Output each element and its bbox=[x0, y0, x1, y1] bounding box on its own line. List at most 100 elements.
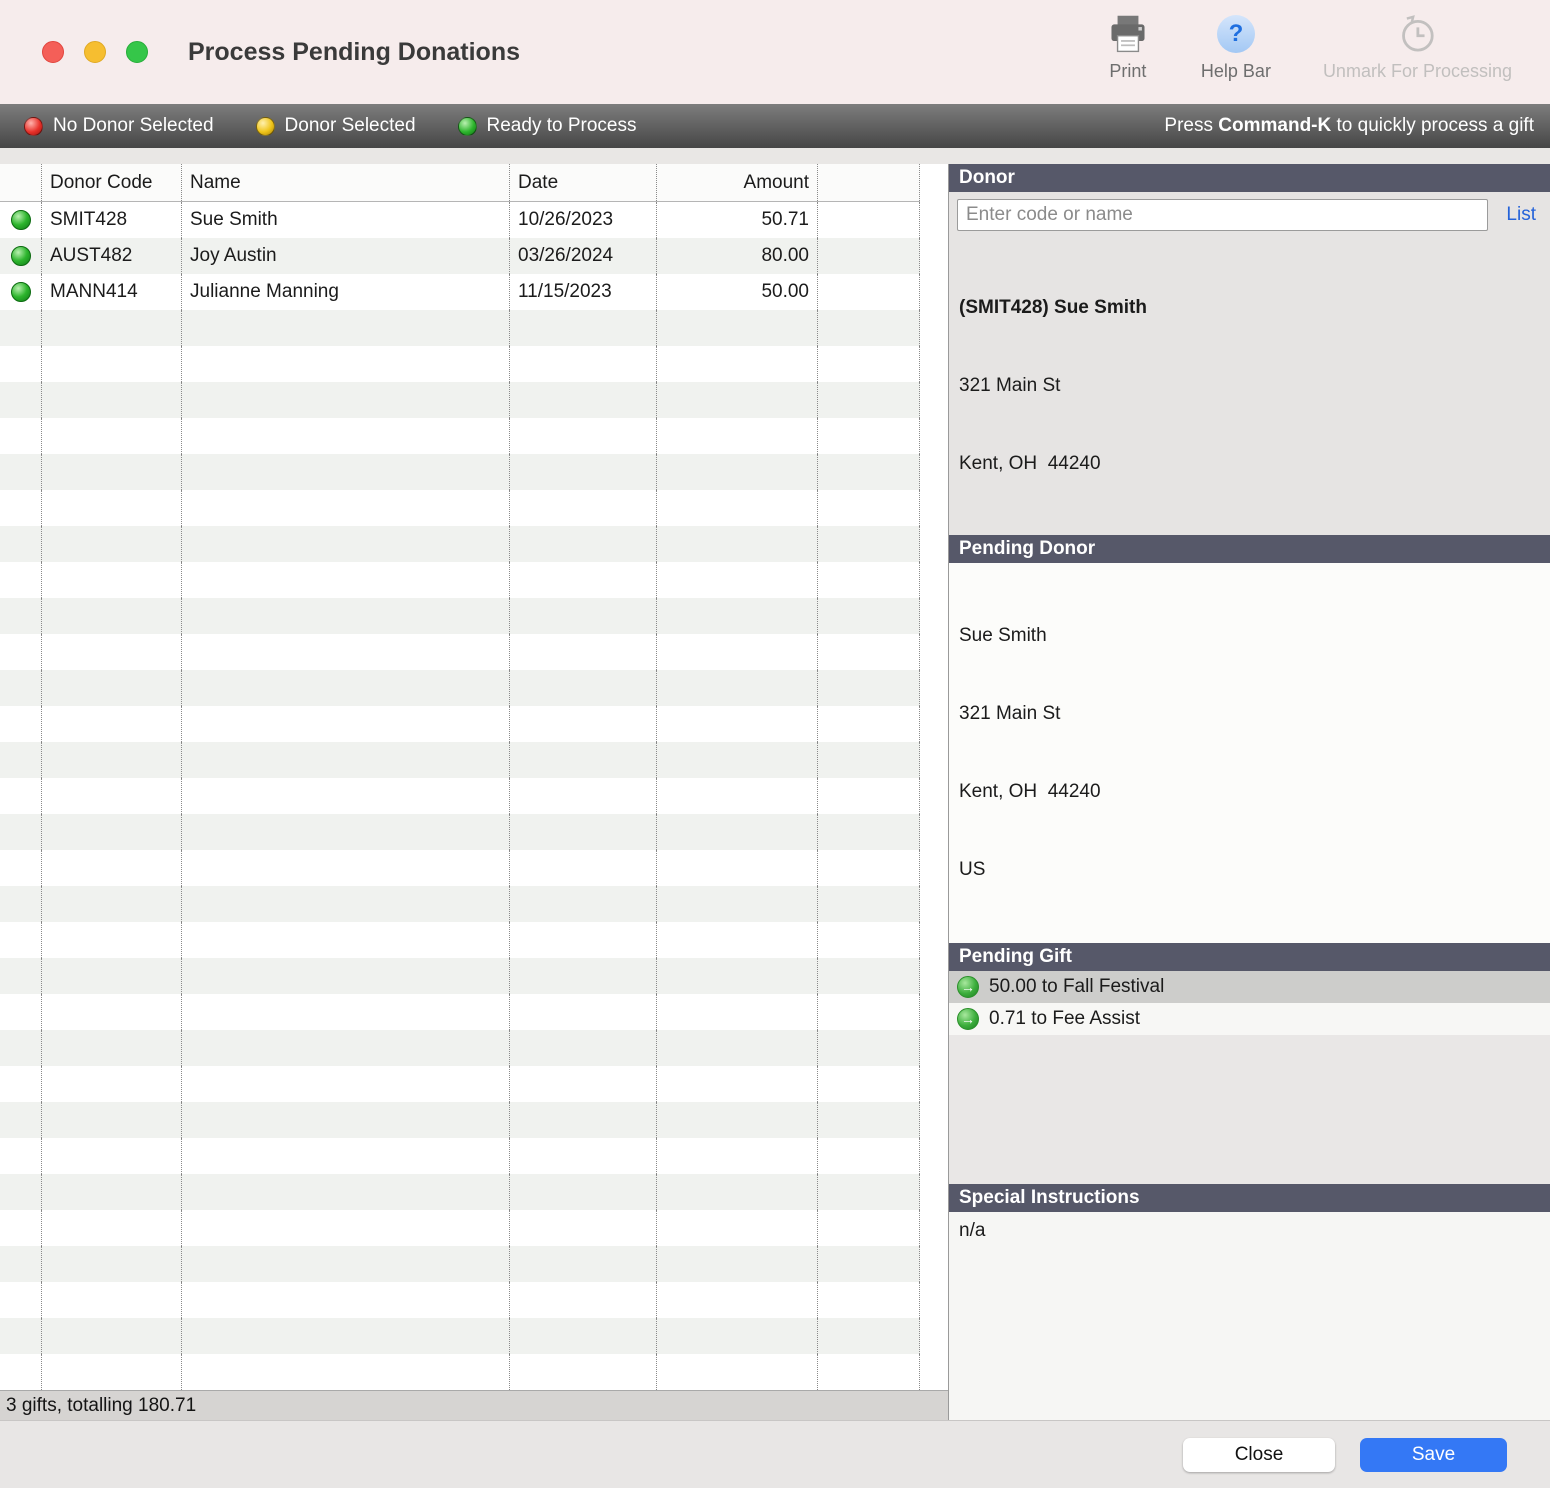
donor-list-link[interactable]: List bbox=[1506, 204, 1536, 226]
toolbar: Print ? Help Bar Unmark For Processing bbox=[1107, 12, 1512, 82]
cell-donor-code: MANN414 bbox=[42, 274, 182, 310]
gift-item[interactable]: → 50.00 to Fall Festival bbox=[949, 971, 1550, 1003]
column-header-date: Date bbox=[510, 164, 657, 201]
cell-extra bbox=[818, 238, 920, 274]
table-row-empty[interactable] bbox=[0, 742, 920, 778]
main-content: Donor Code Name Date Amount SMIT428 Sue … bbox=[0, 148, 1550, 1420]
table-row-empty[interactable] bbox=[0, 958, 920, 994]
cell-name: Julianne Manning bbox=[182, 274, 510, 310]
close-window-button[interactable] bbox=[42, 41, 64, 63]
table-row-empty[interactable] bbox=[0, 1174, 920, 1210]
clock-history-icon bbox=[1396, 12, 1438, 56]
help-icon: ? bbox=[1217, 12, 1255, 56]
cell-date: 03/26/2024 bbox=[510, 238, 657, 274]
gift-item[interactable]: → 0.71 to Fee Assist bbox=[949, 1003, 1550, 1035]
table-row-empty[interactable] bbox=[0, 1138, 920, 1174]
traffic-lights bbox=[42, 41, 148, 63]
table-row-empty[interactable] bbox=[0, 310, 920, 346]
zoom-window-button[interactable] bbox=[126, 41, 148, 63]
table-row-empty[interactable] bbox=[0, 814, 920, 850]
selected-donor-name: (SMIT428) Sue Smith bbox=[959, 295, 1540, 321]
print-button[interactable]: Print bbox=[1107, 12, 1149, 82]
print-label: Print bbox=[1109, 61, 1146, 82]
help-bar-button[interactable]: ? Help Bar bbox=[1201, 12, 1271, 82]
cell-extra bbox=[818, 202, 920, 238]
table-row[interactable]: AUST482 Joy Austin 03/26/2024 80.00 bbox=[0, 238, 920, 274]
titlebar: Process Pending Donations Print bbox=[0, 0, 1550, 104]
table-row-empty[interactable] bbox=[0, 670, 920, 706]
table-row-empty[interactable] bbox=[0, 1066, 920, 1102]
pending-donor-line: 321 Main St bbox=[959, 701, 1540, 727]
selected-donor-address-line: Kent, OH 44240 bbox=[959, 451, 1540, 477]
cell-name: Joy Austin bbox=[182, 238, 510, 274]
status-ready-icon bbox=[11, 210, 31, 230]
unmark-label: Unmark For Processing bbox=[1323, 61, 1512, 82]
table-row-empty[interactable] bbox=[0, 1318, 920, 1354]
donor-search-input[interactable] bbox=[957, 199, 1488, 231]
table-row-empty[interactable] bbox=[0, 526, 920, 562]
cell-amount: 80.00 bbox=[657, 238, 818, 274]
table-row-empty[interactable] bbox=[0, 634, 920, 670]
save-button[interactable]: Save bbox=[1360, 1438, 1507, 1472]
table-row-empty[interactable] bbox=[0, 490, 920, 526]
yellow-status-icon bbox=[256, 117, 275, 136]
table-row-empty[interactable] bbox=[0, 562, 920, 598]
legend-no-donor-selected: No Donor Selected bbox=[24, 115, 214, 137]
window: Process Pending Donations Print bbox=[0, 0, 1550, 1488]
table-row[interactable]: SMIT428 Sue Smith 10/26/2023 50.71 bbox=[0, 202, 920, 238]
pending-donor-section-header: Pending Donor bbox=[949, 535, 1550, 563]
cell-date: 10/26/2023 bbox=[510, 202, 657, 238]
table-row-empty[interactable] bbox=[0, 778, 920, 814]
table-row-empty[interactable] bbox=[0, 418, 920, 454]
gift-arrow-icon: → bbox=[957, 976, 979, 998]
table-row-empty[interactable] bbox=[0, 1102, 920, 1138]
legend-items: No Donor Selected Donor Selected Ready t… bbox=[24, 115, 636, 137]
table-row-empty[interactable] bbox=[0, 1354, 920, 1390]
cell-name: Sue Smith bbox=[182, 202, 510, 238]
column-header-name: Name bbox=[182, 164, 510, 201]
pending-donor-line: Sue Smith bbox=[959, 623, 1540, 649]
table-row-empty[interactable] bbox=[0, 922, 920, 958]
column-header-donor-code: Donor Code bbox=[42, 164, 182, 201]
green-status-icon bbox=[458, 117, 477, 136]
donor-section-header: Donor bbox=[949, 164, 1550, 192]
cell-donor-code: SMIT428 bbox=[42, 202, 182, 238]
donor-panel: Donor List (SMIT428) Sue Smith 321 Main … bbox=[948, 164, 1550, 1420]
pending-donor-info: Sue Smith 321 Main St Kent, OH 44240 US bbox=[949, 563, 1550, 943]
pending-donor-line: Kent, OH 44240 bbox=[959, 779, 1540, 805]
table-body: SMIT428 Sue Smith 10/26/2023 50.71 AUST4… bbox=[0, 202, 948, 1390]
pending-donor-line: US bbox=[959, 857, 1540, 883]
cell-donor-code: AUST482 bbox=[42, 238, 182, 274]
minimize-window-button[interactable] bbox=[84, 41, 106, 63]
status-ready-icon bbox=[11, 282, 31, 302]
column-header-amount: Amount bbox=[657, 164, 818, 201]
close-button[interactable]: Close bbox=[1183, 1438, 1335, 1472]
table-row-empty[interactable] bbox=[0, 994, 920, 1030]
selected-donor-info: (SMIT428) Sue Smith 321 Main St Kent, OH… bbox=[949, 237, 1550, 535]
table-row-empty[interactable] bbox=[0, 1210, 920, 1246]
selected-donor-address-line: 321 Main St bbox=[959, 373, 1540, 399]
legend-bar: No Donor Selected Donor Selected Ready t… bbox=[0, 104, 1550, 148]
table-row-empty[interactable] bbox=[0, 454, 920, 490]
cell-amount: 50.00 bbox=[657, 274, 818, 310]
table-row-empty[interactable] bbox=[0, 1246, 920, 1282]
status-ready-icon bbox=[11, 246, 31, 266]
pending-gifts-table: Donor Code Name Date Amount SMIT428 Sue … bbox=[0, 164, 948, 1420]
cell-date: 11/15/2023 bbox=[510, 274, 657, 310]
red-status-icon bbox=[24, 117, 43, 136]
table-row[interactable]: MANN414 Julianne Manning 11/15/2023 50.0… bbox=[0, 274, 920, 310]
special-instructions-value: n/a bbox=[949, 1212, 1550, 1420]
table-row-empty[interactable] bbox=[0, 598, 920, 634]
hint-prefix: Press bbox=[1164, 115, 1213, 136]
table-row-empty[interactable] bbox=[0, 1282, 920, 1318]
table-row-empty[interactable] bbox=[0, 1030, 920, 1066]
pending-gift-list: → 50.00 to Fall Festival → 0.71 to Fee A… bbox=[949, 971, 1550, 1184]
hint-key: Command-K bbox=[1218, 115, 1331, 136]
table-row-empty[interactable] bbox=[0, 850, 920, 886]
table-row-empty[interactable] bbox=[0, 346, 920, 382]
table-row-empty[interactable] bbox=[0, 382, 920, 418]
table-row-empty[interactable] bbox=[0, 706, 920, 742]
special-instructions-header: Special Instructions bbox=[949, 1184, 1550, 1212]
table-row-empty[interactable] bbox=[0, 886, 920, 922]
gift-item-label: 0.71 to Fee Assist bbox=[989, 1008, 1140, 1030]
